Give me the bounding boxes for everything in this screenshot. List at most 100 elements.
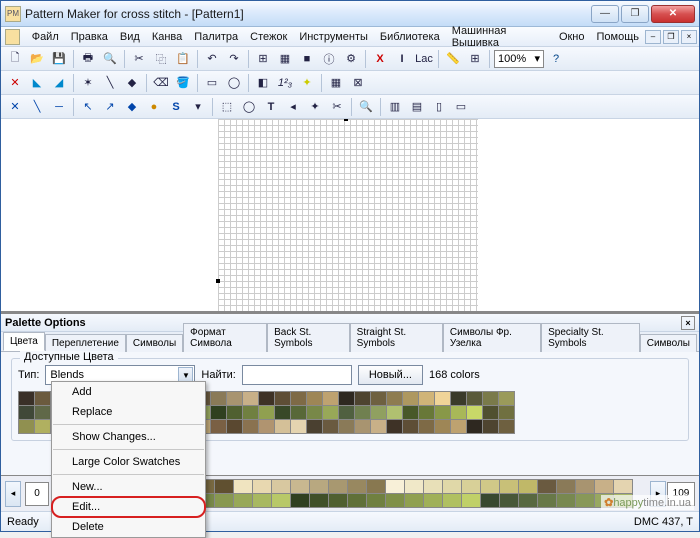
highlight-icon[interactable]: ✦ xyxy=(297,73,317,93)
swatch[interactable] xyxy=(403,406,418,419)
menu-help[interactable]: Помощь xyxy=(591,29,646,45)
panel3-icon[interactable]: ▯ xyxy=(429,97,449,117)
swatch[interactable] xyxy=(435,406,450,419)
swatch[interactable] xyxy=(310,480,328,493)
swatch[interactable] xyxy=(367,494,385,507)
bold-toggle-icon[interactable]: I xyxy=(392,49,412,69)
swatch[interactable] xyxy=(211,420,226,433)
tab-straight[interactable]: Straight St. Symbols xyxy=(350,323,443,352)
swatch[interactable] xyxy=(355,392,370,405)
diamond-icon[interactable]: ◆ xyxy=(122,97,142,117)
swatch[interactable] xyxy=(234,494,252,507)
x-toggle-icon[interactable]: X xyxy=(370,49,390,69)
grid-off-icon[interactable]: ⊠ xyxy=(348,73,368,93)
swatch[interactable] xyxy=(253,480,271,493)
tab-sym2[interactable]: Символы xyxy=(640,334,697,352)
arrow-tr-icon[interactable]: ↗ xyxy=(100,97,120,117)
undo-icon[interactable]: ↶ xyxy=(202,49,222,69)
swatch[interactable] xyxy=(211,392,226,405)
menu-window[interactable]: Окно xyxy=(553,29,591,45)
swatch[interactable] xyxy=(291,480,309,493)
ellipse-sel-icon[interactable]: ◯ xyxy=(239,97,259,117)
swatch[interactable] xyxy=(483,406,498,419)
swatch[interactable] xyxy=(259,392,274,405)
swatch[interactable] xyxy=(481,494,499,507)
swatch[interactable] xyxy=(467,392,482,405)
swatch[interactable] xyxy=(614,480,632,493)
tab-specialty[interactable]: Specialty St. Symbols xyxy=(541,323,640,352)
draw-slash-icon[interactable]: ╲ xyxy=(27,97,47,117)
swatch[interactable] xyxy=(387,406,402,419)
swatch[interactable] xyxy=(291,392,306,405)
cm-show-changes[interactable]: Show Changes... xyxy=(52,427,205,447)
panel4-icon[interactable]: ▭ xyxy=(451,97,471,117)
swatch[interactable] xyxy=(19,392,34,405)
swatch[interactable] xyxy=(243,392,258,405)
swatch[interactable] xyxy=(348,494,366,507)
print-icon[interactable]: 🖶 xyxy=(78,49,98,69)
swatch[interactable] xyxy=(339,392,354,405)
tab-weave[interactable]: Переплетение xyxy=(45,334,126,352)
swatch[interactable] xyxy=(323,392,338,405)
swatch[interactable] xyxy=(462,480,480,493)
redo-icon[interactable]: ↷ xyxy=(224,49,244,69)
circle-icon[interactable]: ● xyxy=(144,97,164,117)
cut2-icon[interactable]: ✂ xyxy=(327,97,347,117)
prev-icon[interactable]: ◂ xyxy=(283,97,303,117)
swatch[interactable] xyxy=(519,494,537,507)
swatch[interactable] xyxy=(451,392,466,405)
swatch[interactable] xyxy=(424,480,442,493)
wand-icon[interactable]: ✦ xyxy=(305,97,325,117)
cm-delete[interactable]: Delete xyxy=(52,517,205,537)
help-icon[interactable]: ? xyxy=(546,49,566,69)
swatch[interactable] xyxy=(348,480,366,493)
swatch[interactable] xyxy=(35,406,50,419)
swatch[interactable] xyxy=(443,494,461,507)
swatch[interactable] xyxy=(355,420,370,433)
swatch[interactable] xyxy=(19,406,34,419)
tab-colors[interactable]: Цвета xyxy=(3,332,45,351)
panel1-icon[interactable]: ▥ xyxy=(385,97,405,117)
dropdown-icon[interactable]: ▾ xyxy=(188,97,208,117)
swatch[interactable] xyxy=(339,420,354,433)
draw-line-icon[interactable]: ─ xyxy=(49,97,69,117)
swatch[interactable] xyxy=(35,392,50,405)
swatch[interactable] xyxy=(386,494,404,507)
swatch[interactable] xyxy=(462,494,480,507)
swatch[interactable] xyxy=(243,406,258,419)
zoom-combo[interactable]: 100%▾ xyxy=(494,50,544,68)
menu-edit[interactable]: Правка xyxy=(65,29,114,45)
canvas[interactable] xyxy=(1,119,699,312)
swatch[interactable] xyxy=(499,420,514,433)
menu-library[interactable]: Библиотека xyxy=(374,29,446,45)
minimize-button[interactable]: — xyxy=(591,5,619,23)
mdi-close[interactable]: × xyxy=(681,30,697,44)
swatch[interactable] xyxy=(227,420,242,433)
arrow-tl-icon[interactable]: ↖ xyxy=(78,97,98,117)
menu-tools[interactable]: Инструменты xyxy=(293,29,374,45)
swatch[interactable] xyxy=(291,406,306,419)
swatch[interactable] xyxy=(275,420,290,433)
tab-french[interactable]: Символы Фр. Узелка xyxy=(443,323,541,352)
swatch[interactable] xyxy=(371,420,386,433)
swatch[interactable] xyxy=(215,480,233,493)
back-stitch-icon[interactable]: ╲ xyxy=(100,73,120,93)
swatch[interactable] xyxy=(499,392,514,405)
menu-view[interactable]: Вид xyxy=(114,29,146,45)
close-button[interactable]: ✕ xyxy=(651,5,695,23)
swatch[interactable] xyxy=(435,392,450,405)
cm-edit[interactable]: Edit... xyxy=(52,497,205,517)
swatch[interactable] xyxy=(519,480,537,493)
label-icon[interactable]: Lac xyxy=(414,49,434,69)
cm-replace[interactable]: Replace xyxy=(52,402,205,422)
swatch[interactable] xyxy=(483,420,498,433)
swatch[interactable] xyxy=(35,420,50,433)
panel2-icon[interactable]: ▤ xyxy=(407,97,427,117)
swatch[interactable] xyxy=(387,420,402,433)
s-icon[interactable]: S xyxy=(166,97,186,117)
swatch[interactable] xyxy=(211,406,226,419)
swatch[interactable] xyxy=(419,406,434,419)
swatch[interactable] xyxy=(307,406,322,419)
special-icon[interactable]: ◆ xyxy=(122,73,142,93)
swatch[interactable] xyxy=(355,406,370,419)
